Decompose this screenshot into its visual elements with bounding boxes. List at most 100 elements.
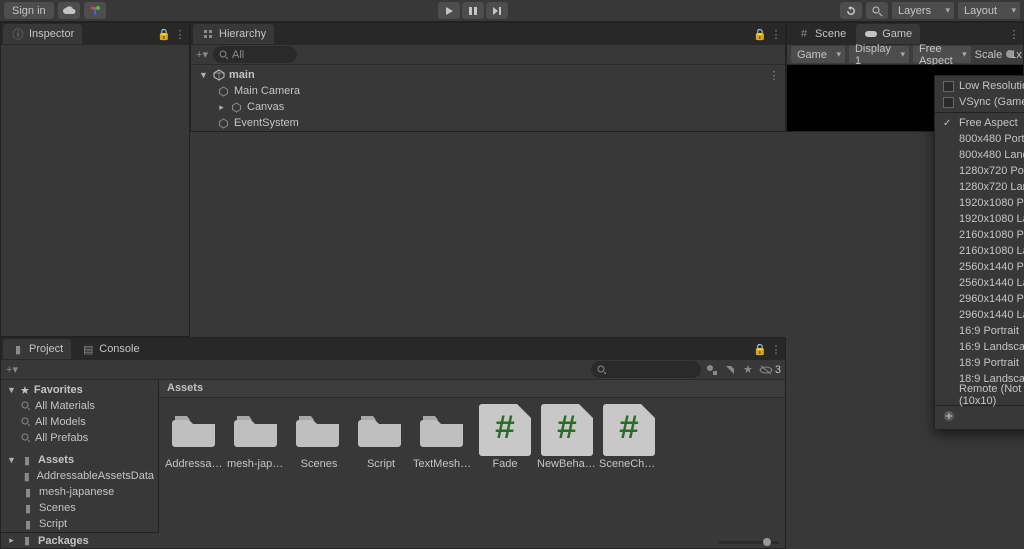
cloud-icon[interactable] — [58, 2, 80, 19]
add-icon[interactable]: +▾ — [195, 48, 209, 62]
game-icon — [864, 27, 878, 41]
gameobject-icon — [217, 85, 230, 98]
aspect-option[interactable]: 2160x1080 Landscape — [935, 243, 1024, 259]
console-tab[interactable]: ▤Console — [73, 339, 147, 359]
filter-by-type-icon[interactable] — [705, 363, 719, 377]
project-panel: ▮Project ▤Console 🔒 ⋮ +▾ ★ 3 ▼★Favorites… — [0, 337, 786, 549]
game-dropdown[interactable]: Game — [791, 46, 845, 63]
aspect-option[interactable]: 1920x1080 Portrait — [935, 195, 1024, 211]
vsync-toggle[interactable]: VSync (Game view only) — [935, 94, 1024, 110]
panel-menu-icon[interactable]: ⋮ — [173, 27, 187, 41]
scene-tab[interactable]: #Scene — [789, 24, 854, 44]
scene-root[interactable]: ▼ main ⋮ — [191, 67, 785, 83]
search-icon — [597, 365, 607, 375]
aspect-option[interactable]: 2560x1440 Portrait — [935, 259, 1024, 275]
unity-logo-icon — [212, 69, 225, 82]
aspect-option[interactable]: 800x480 Portrait — [935, 131, 1024, 147]
packages-header[interactable]: ▸▮Packages — [1, 532, 159, 548]
add-aspect-icon[interactable] — [935, 408, 1024, 427]
asset-item[interactable]: Script — [351, 404, 411, 470]
aspect-option[interactable]: 1280x720 Portrait — [935, 163, 1024, 179]
aspect-option[interactable]: 16:9 Portrait — [935, 323, 1024, 339]
panel-lock-icon[interactable]: 🔒 — [753, 27, 767, 41]
asset-folder[interactable]: ▮AddressableAssetsData — [1, 468, 158, 484]
inspector-tab[interactable]: ⓘ Inspector — [3, 24, 82, 44]
save-search-icon[interactable]: ★ — [741, 363, 755, 377]
scale-label: Scale — [975, 49, 1003, 61]
panel-lock-icon[interactable]: 🔒 — [157, 27, 171, 41]
folder-icon — [293, 404, 345, 456]
search-global-icon[interactable] — [866, 2, 888, 19]
aspect-option[interactable]: Free Aspect — [935, 115, 1024, 131]
hierarchy-item[interactable]: ▸Canvas — [191, 99, 785, 115]
asset-item[interactable]: #SceneCha… — [599, 404, 659, 470]
asset-folder[interactable]: ▮mesh-japanese — [1, 484, 158, 500]
aspect-dropdown[interactable]: Free Aspect — [913, 46, 971, 63]
favorite-item[interactable]: All Materials — [1, 398, 158, 414]
hierarchy-item[interactable]: EventSystem — [191, 115, 785, 131]
grid-size-slider[interactable] — [719, 541, 779, 544]
layout-dropdown[interactable]: Layout — [958, 2, 1020, 19]
aspect-option[interactable]: 18:9 Portrait — [935, 355, 1024, 371]
folder-icon: ▮ — [20, 453, 34, 467]
hierarchy-icon — [201, 27, 215, 41]
panel-menu-icon[interactable]: ⋮ — [769, 27, 783, 41]
step-button[interactable] — [486, 2, 508, 19]
add-icon[interactable]: +▾ — [5, 363, 19, 377]
aspect-option[interactable]: 2160x1080 Portrait — [935, 227, 1024, 243]
hierarchy-tab[interactable]: Hierarchy — [193, 24, 274, 44]
aspect-option[interactable]: 16:9 Landscape — [935, 339, 1024, 355]
signin-button[interactable]: Sign in — [4, 2, 54, 19]
display-dropdown[interactable]: Display 1 — [849, 46, 909, 63]
csharp-script-icon: # — [541, 404, 593, 456]
aspect-option[interactable]: 1280x720 Landscape — [935, 179, 1024, 195]
folder-icon — [231, 404, 283, 456]
aspect-popup: Low Resolution Aspect Ratios VSync (Game… — [934, 75, 1024, 430]
hierarchy-search[interactable]: All — [213, 46, 297, 63]
gameobject-icon — [230, 101, 243, 114]
favorites-header[interactable]: ▼★Favorites — [1, 382, 158, 398]
gameobject-icon — [217, 117, 230, 130]
aspect-option[interactable]: 1920x1080 Landscape — [935, 211, 1024, 227]
aspect-option[interactable]: Remote (Not Connected) (10x10) — [935, 387, 1024, 403]
csharp-script-icon: # — [479, 404, 531, 456]
panel-menu-icon[interactable]: ⋮ — [769, 342, 783, 356]
scene-menu-icon[interactable]: ⋮ — [767, 68, 781, 82]
hidden-count[interactable]: 3 — [759, 363, 781, 377]
favorite-item[interactable]: All Models — [1, 414, 158, 430]
assets-header[interactable]: ▼▮Assets — [1, 452, 158, 468]
version-control-icon[interactable] — [84, 2, 106, 19]
favorite-item[interactable]: All Prefabs — [1, 430, 158, 446]
asset-folder[interactable]: ▮Script — [1, 516, 158, 532]
aspect-option[interactable]: 2960x1440 Landscape — [935, 307, 1024, 323]
low-res-toggle[interactable]: Low Resolution Aspect Ratios — [935, 78, 1024, 94]
asset-item[interactable]: TextMesh … — [413, 404, 473, 470]
play-button[interactable] — [438, 2, 460, 19]
aspect-option[interactable]: 2960x1440 Portrait — [935, 291, 1024, 307]
asset-item[interactable]: #NewBehavi… — [537, 404, 597, 470]
asset-item[interactable]: Addressab… — [165, 404, 225, 470]
panel-menu-icon[interactable]: ⋮ — [1007, 27, 1021, 41]
breadcrumb[interactable]: Assets — [159, 380, 785, 398]
game-tab[interactable]: Game — [856, 24, 920, 44]
project-search[interactable] — [591, 361, 701, 378]
asset-folder[interactable]: ▮Scenes — [1, 500, 158, 516]
folder-icon: ▮ — [20, 534, 34, 548]
layers-dropdown[interactable]: Layers — [892, 2, 954, 19]
asset-item[interactable]: #Fade — [475, 404, 535, 470]
panel-lock-icon[interactable]: 🔒 — [753, 342, 767, 356]
asset-item[interactable]: Scenes — [289, 404, 349, 470]
project-tab[interactable]: ▮Project — [3, 339, 71, 359]
undo-history-icon[interactable] — [840, 2, 862, 19]
aspect-option[interactable]: 800x480 Landscape — [935, 147, 1024, 163]
foldout-icon[interactable]: ▼ — [199, 70, 208, 80]
filter-by-label-icon[interactable] — [723, 363, 737, 377]
game-toolbar: Game Display 1 Free Aspect Scale 1x Play… — [787, 45, 1023, 65]
pause-button[interactable] — [462, 2, 484, 19]
aspect-option[interactable]: 2560x1440 Landscape — [935, 275, 1024, 291]
project-tree: ▼★Favorites All Materials All Models All… — [1, 380, 159, 548]
hierarchy-item[interactable]: Main Camera — [191, 83, 785, 99]
asset-item[interactable]: mesh-japa… — [227, 404, 287, 470]
foldout-icon[interactable]: ▸ — [217, 102, 226, 113]
game-view: Low Resolution Aspect Ratios VSync (Game… — [787, 65, 1023, 131]
